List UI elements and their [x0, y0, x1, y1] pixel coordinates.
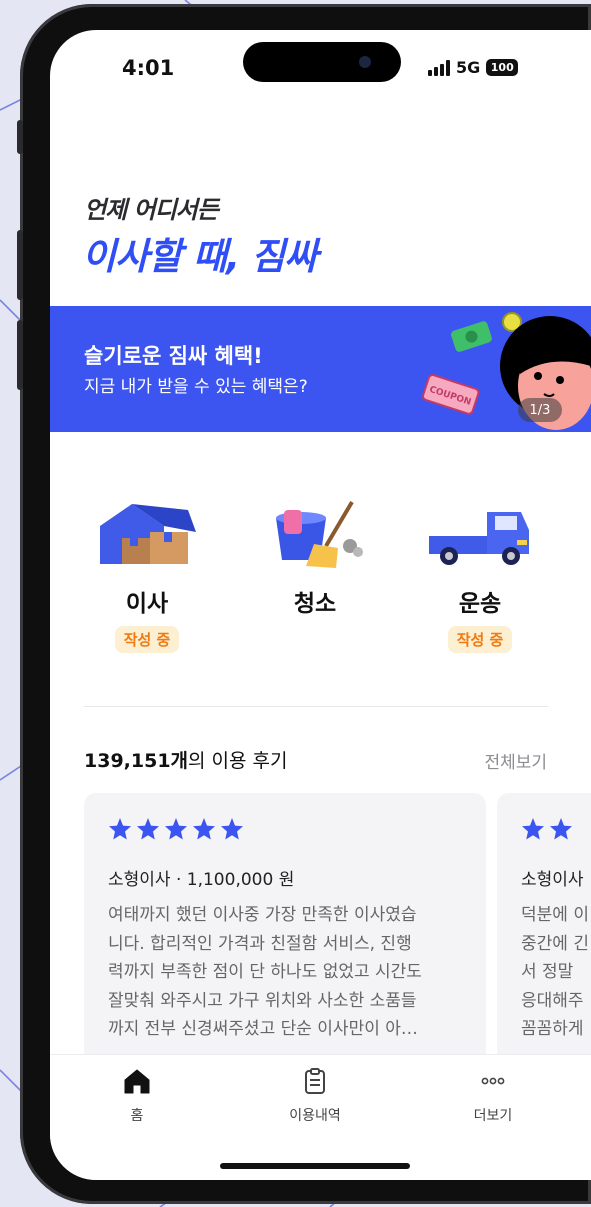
- star-icon: [522, 818, 544, 840]
- review-count-number: 139,151개: [84, 750, 189, 772]
- status-time: 4:01: [122, 56, 175, 80]
- banner-subtitle: 지금 내가 받을 수 있는 혜택은?: [84, 377, 308, 397]
- tab-label: 이용내역: [289, 1108, 341, 1124]
- review-line: 까지 전부 신경써주셨고 단순 이사만이 아…: [108, 1019, 418, 1039]
- star-icon: [109, 818, 131, 840]
- service-menu: 이사 작성 중 청소 운송 작성 중: [50, 498, 591, 668]
- banner-title: 슬기로운 짐싸 혜택!: [84, 344, 263, 368]
- review-count: 139,151개의 이용 후기: [84, 746, 288, 773]
- banner-pager: 1/3: [518, 398, 562, 422]
- tab-home[interactable]: 홈: [77, 1067, 197, 1125]
- star-icon: [193, 818, 215, 840]
- battery-icon: 100: [486, 59, 519, 76]
- review-card[interactable]: 소형이사 덕분에 이 중간에 긴 서 정말 응대해주 꼼꼼하게: [497, 793, 591, 1083]
- network-type: 5G: [456, 58, 481, 77]
- view-all-link[interactable]: 전체보기: [484, 748, 547, 773]
- banner-illustration: COUPON: [422, 312, 591, 430]
- clipboard-icon: [305, 1068, 325, 1094]
- tab-label: 홈: [130, 1108, 144, 1124]
- star-icon: [165, 818, 187, 840]
- promo-banner[interactable]: 슬기로운 짐싸 혜택! 지금 내가 받을 수 있는 혜택은? COUPON 1/…: [50, 306, 591, 432]
- phone-side-button: [17, 120, 23, 154]
- review-count-label: 의 이용 후기: [188, 750, 288, 772]
- home-indicator: [220, 1163, 410, 1169]
- bucket-broom-icon: [276, 500, 363, 568]
- star-rating: [521, 817, 573, 841]
- review-body: 여태까지 했던 이사중 가장 만족한 이사였습 니다. 합리적인 가격과 친절함…: [108, 901, 468, 1044]
- star-rating: [108, 817, 244, 841]
- review-meta: 소형이사 · 1,100,000 원: [108, 870, 295, 890]
- review-meta: 소형이사: [521, 870, 584, 890]
- service-label: 운송: [458, 591, 502, 617]
- app-screen: 4:01 5G 100 언제 어디서든 이사할 때, 짐싸 슬기로운 짐싸 혜택…: [50, 30, 591, 1180]
- service-label: 청소: [293, 591, 337, 617]
- review-line: 잘맞춰 와주시고 가구 위치와 사소한 소품들: [108, 990, 417, 1011]
- signal-icon: [428, 59, 450, 76]
- review-line: 꼼꼼하게: [521, 1019, 584, 1039]
- battery-level: 100: [490, 61, 514, 74]
- home-icon: [124, 1069, 150, 1094]
- more-dots-icon: [481, 1077, 505, 1085]
- review-line: 여태까지 했던 이사중 가장 만족한 이사였습: [108, 905, 417, 925]
- coupon-icon: COUPON: [422, 374, 480, 415]
- status-badge: 작성 중: [114, 626, 180, 653]
- star-icon: [137, 818, 159, 840]
- service-moving[interactable]: 이사 작성 중: [72, 498, 222, 653]
- review-line: 중간에 긴: [521, 933, 589, 954]
- service-cleaning[interactable]: 청소: [240, 498, 390, 618]
- phone-volume-up: [17, 230, 23, 300]
- hero-subtitle: 언제 어디서든: [84, 196, 219, 224]
- dynamic-island: [243, 42, 401, 82]
- review-line: 응대해주: [521, 990, 584, 1011]
- tab-more[interactable]: 더보기: [433, 1067, 553, 1125]
- review-line: 서 정말: [521, 962, 574, 982]
- bottom-tab-bar: 홈 이용내역 더보기: [50, 1054, 591, 1180]
- hero-title: 이사할 때, 짐싸: [82, 235, 318, 278]
- status-badge: 작성 중: [447, 626, 513, 653]
- review-line: 력까지 부족한 점이 단 하나도 없었고 시간도: [108, 962, 422, 982]
- review-line: 덕분에 이: [521, 905, 589, 925]
- review-body: 덕분에 이 중간에 긴 서 정말 응대해주 꼼꼼하게: [521, 901, 591, 1044]
- camera-icon: [359, 56, 371, 68]
- review-line: 니다. 합리적인 가격과 친절함 서비스, 진행: [108, 933, 412, 954]
- phone-volume-down: [17, 320, 23, 390]
- star-icon: [221, 818, 243, 840]
- review-card[interactable]: 소형이사 · 1,100,000 원 여태까지 했던 이사중 가장 만족한 이사…: [84, 793, 486, 1083]
- tab-label: 더보기: [473, 1108, 513, 1124]
- truck-icon: [429, 512, 529, 565]
- star-icon: [550, 818, 572, 840]
- house-boxes-icon: [100, 504, 196, 564]
- money-icon: [451, 321, 492, 352]
- service-label: 이사: [125, 591, 169, 617]
- section-divider: [84, 706, 548, 707]
- status-indicators: 5G 100: [428, 58, 519, 77]
- tab-history[interactable]: 이용내역: [255, 1067, 375, 1125]
- service-transport[interactable]: 운송 작성 중: [405, 498, 555, 653]
